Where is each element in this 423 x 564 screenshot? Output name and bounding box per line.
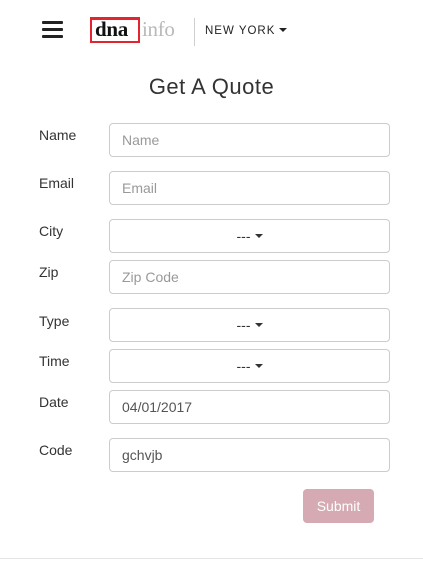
code-label: Code xyxy=(39,442,73,458)
city-selector[interactable]: NEW YORK xyxy=(205,25,288,37)
zip-label: Zip xyxy=(39,264,59,280)
type-select-value: --- xyxy=(236,317,251,333)
time-select[interactable]: --- xyxy=(109,349,390,383)
name-input[interactable] xyxy=(109,123,390,157)
email-input[interactable] xyxy=(109,171,390,205)
time-select-value: --- xyxy=(236,358,251,374)
page-title: Get A Quote xyxy=(148,74,275,99)
menu-bar xyxy=(42,28,63,31)
type-label: Type xyxy=(39,313,70,329)
menu-bar xyxy=(42,21,63,24)
footer-divider xyxy=(0,558,423,559)
caret-down-icon xyxy=(279,27,288,32)
menu-bar xyxy=(42,35,63,38)
submit-button[interactable]: Submit xyxy=(303,489,374,523)
code-input[interactable] xyxy=(109,438,390,472)
caret-down-icon xyxy=(254,323,263,328)
type-select[interactable]: --- xyxy=(109,308,390,342)
email-label: Email xyxy=(39,175,75,191)
name-label: Name xyxy=(39,127,77,143)
city-label: City xyxy=(39,223,64,239)
logo-dna-text: dna xyxy=(95,17,128,41)
hamburger-menu-icon[interactable] xyxy=(42,21,63,39)
date-input[interactable] xyxy=(109,390,390,424)
city-selector-label: NEW YORK xyxy=(205,25,276,37)
date-label: Date xyxy=(39,394,69,410)
header-divider xyxy=(194,18,195,46)
city-select[interactable]: --- xyxy=(109,219,390,253)
zip-input[interactable] xyxy=(109,260,390,294)
caret-down-icon xyxy=(254,234,263,239)
caret-down-icon xyxy=(254,364,263,369)
logo-info-text: info xyxy=(142,17,175,41)
city-select-value-wrap: --- xyxy=(110,220,389,252)
time-label: Time xyxy=(39,353,70,369)
type-select-value-wrap: --- xyxy=(110,309,389,341)
city-select-value: --- xyxy=(236,228,251,244)
time-select-value-wrap: --- xyxy=(110,350,389,382)
site-header: dna info NEW YORK xyxy=(0,0,423,62)
